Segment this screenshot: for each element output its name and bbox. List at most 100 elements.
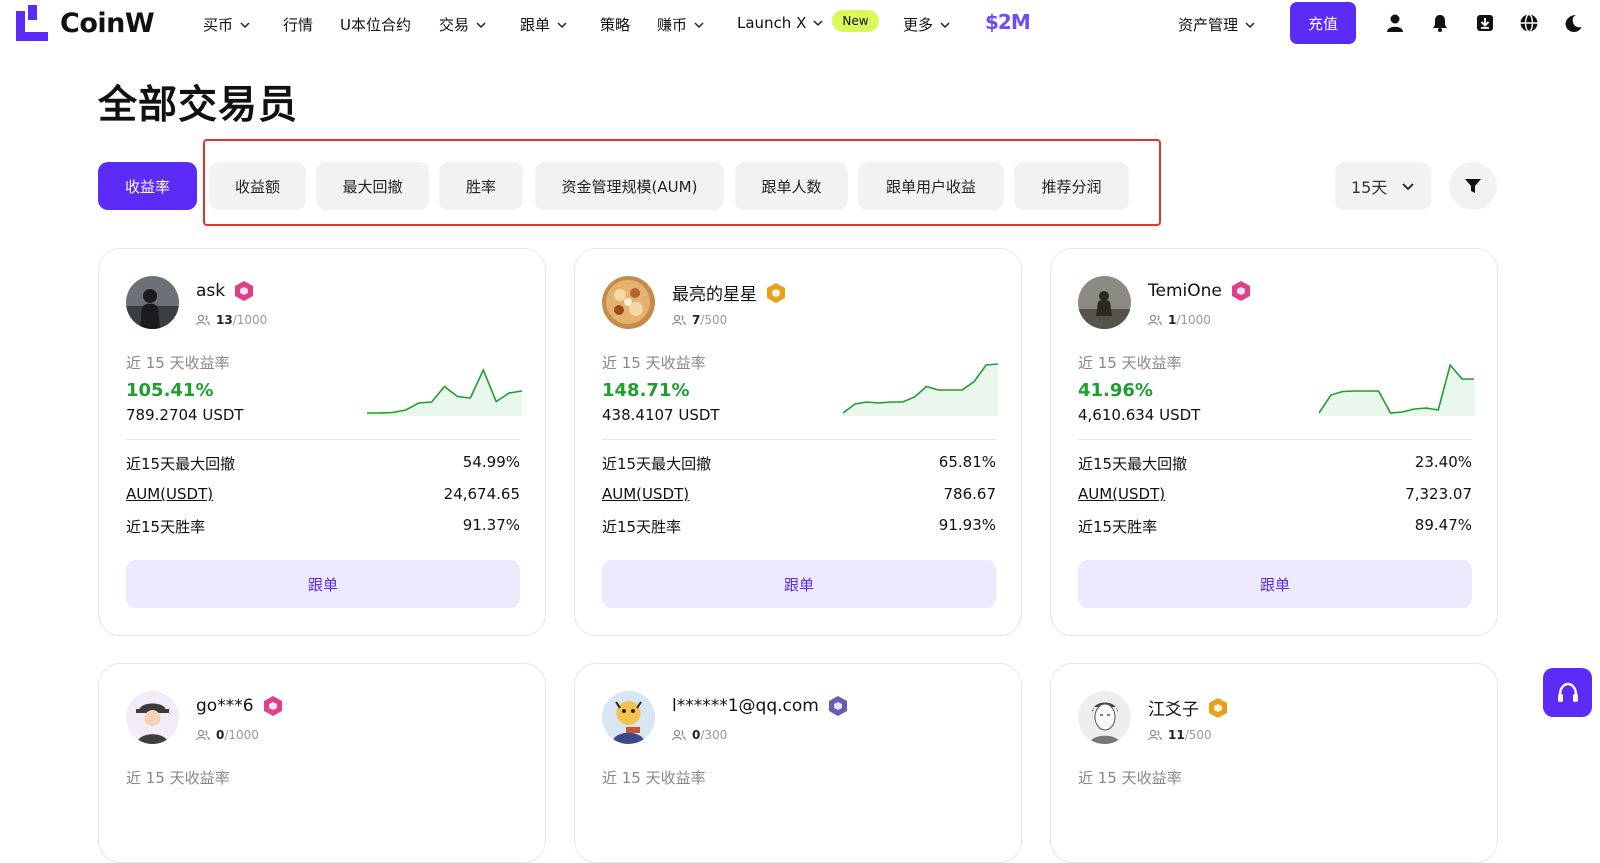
stat-label-aum[interactable]: AUM(USDT) <box>602 485 689 503</box>
trader-avatar[interactable] <box>1078 691 1131 744</box>
follower-capacity: /500 <box>1184 728 1212 742</box>
tab-referral-share[interactable]: 推荐分润 <box>1014 162 1129 210</box>
trader-name: 江爻子 <box>1148 700 1199 720</box>
stat-max-drawdown: 近15天最大回撤 23.40% <box>1078 453 1472 474</box>
trader-avatar[interactable] <box>126 276 179 329</box>
nav-more[interactable]: 更多 <box>903 14 951 35</box>
nav-buy-crypto[interactable]: 买币 <box>203 14 251 35</box>
stat-label-aum[interactable]: AUM(USDT) <box>126 485 213 503</box>
follower-capacity: /1000 <box>224 728 259 742</box>
trader-card[interactable]: go***6 0/1000 近 15 天收益率 <box>98 663 546 863</box>
tab-aum[interactable]: 资金管理规模(AUM) <box>535 162 724 210</box>
promo-link[interactable]: $2M <box>985 10 1031 34</box>
nav-usdt-futures[interactable]: U本位合约 <box>340 14 411 35</box>
trader-name-row[interactable]: go***6 <box>196 695 284 717</box>
stat-value: 24,674.65 <box>443 485 520 503</box>
nav-strategy[interactable]: 策略 <box>600 14 630 35</box>
users-icon <box>672 314 686 326</box>
asset-management-menu[interactable]: 资产管理 <box>1178 14 1256 35</box>
bell-icon[interactable] <box>1430 13 1450 33</box>
trader-card[interactable]: l******1@qq.com 0/300 近 15 天收益率 <box>574 663 1022 863</box>
stat-win-rate: 近15天胜率 89.47% <box>1078 516 1472 537</box>
period-select[interactable]: 15天 <box>1335 162 1431 210</box>
follow-button[interactable]: 跟单 <box>126 560 520 608</box>
divider <box>126 439 520 440</box>
stat-value: 89.47% <box>1414 516 1472 534</box>
customer-support-button[interactable] <box>1543 668 1592 717</box>
rank-badge-icon <box>1209 697 1227 718</box>
nav-markets[interactable]: 行情 <box>283 14 313 35</box>
rank-badge-icon <box>235 281 254 301</box>
trader-avatar[interactable] <box>126 691 179 744</box>
follower-current: 13 <box>216 313 233 327</box>
profit-value: 4,610.634 USDT <box>1078 406 1201 424</box>
trader-name-row[interactable]: ask <box>196 280 255 302</box>
nav-copy-trading[interactable]: 跟单 <box>520 14 568 35</box>
follow-button[interactable]: 跟单 <box>602 560 996 608</box>
trader-card[interactable]: 江爻子 11/500 近 15 天收益率 <box>1050 663 1498 863</box>
tab-win-rate[interactable]: 胜率 <box>439 162 523 210</box>
stat-win-rate: 近15天胜率 91.37% <box>126 516 520 537</box>
trader-avatar[interactable] <box>602 691 655 744</box>
nav-label: U本位合约 <box>340 16 411 34</box>
follower-capacity: /1000 <box>232 313 268 327</box>
stat-aum: AUM(USDT) 24,674.65 <box>126 485 520 503</box>
chevron-down-icon <box>240 21 250 28</box>
stat-label: 近15天胜率 <box>1078 518 1158 536</box>
stat-value: 54.99% <box>462 453 520 471</box>
filter-button[interactable] <box>1449 162 1497 210</box>
nav-trade[interactable]: 交易 <box>439 14 487 35</box>
divider <box>1078 439 1472 440</box>
follower-capacity: /500 <box>700 313 728 327</box>
tab-max-drawdown[interactable]: 最大回撤 <box>316 162 429 210</box>
trader-card[interactable]: TemiOne 1/1000 近 15 天收益率 41.96% 4,610.63… <box>1050 248 1498 636</box>
users-icon <box>672 729 686 741</box>
stat-value: 786.67 <box>943 485 997 503</box>
tab-follower-profit[interactable]: 跟单用户收益 <box>858 162 1004 210</box>
users-icon <box>1148 314 1162 326</box>
trader-name-row[interactable]: 最亮的星星 <box>672 280 787 305</box>
users-icon <box>196 729 210 741</box>
roi-value: 105.41% <box>126 380 214 401</box>
follow-button[interactable]: 跟单 <box>1078 560 1472 608</box>
logo[interactable]: CoinW <box>16 5 155 41</box>
chevron-down-icon <box>1245 21 1255 28</box>
moon-icon[interactable] <box>1563 13 1583 33</box>
trader-name-row[interactable]: 江爻子 <box>1148 695 1229 720</box>
trader-card[interactable]: ask 13/1000 近 15 天收益率 105.41% 789.2704 U… <box>98 248 546 636</box>
user-icon[interactable] <box>1385 13 1405 33</box>
roi-value: 148.71% <box>602 380 690 401</box>
nav-earn[interactable]: 赚币 <box>657 14 705 35</box>
nav-label: 交易 <box>439 16 470 34</box>
globe-icon[interactable] <box>1519 13 1539 33</box>
trader-name-row[interactable]: l******1@qq.com <box>672 695 849 717</box>
download-icon[interactable] <box>1475 13 1495 33</box>
follower-count: 7/500 <box>672 313 727 327</box>
tab-follower-count[interactable]: 跟单人数 <box>735 162 848 210</box>
period-select-value: 15天 <box>1351 178 1388 197</box>
tab-profit-amount[interactable]: 收益额 <box>209 162 306 210</box>
stat-value: 91.93% <box>938 516 996 534</box>
new-badge: New <box>832 10 879 32</box>
trader-name: l******1@qq.com <box>672 696 819 716</box>
follower-count: 11/500 <box>1148 728 1212 742</box>
stat-label: 近15天最大回撤 <box>1078 455 1188 473</box>
headset-icon <box>1557 682 1578 702</box>
nav-launch-x[interactable]: Launch X New <box>737 10 879 32</box>
trader-card[interactable]: 最亮的星星 7/500 近 15 天收益率 148.71% 438.4107 U… <box>574 248 1022 636</box>
trader-avatar[interactable] <box>1078 276 1131 329</box>
follower-count: 1/1000 <box>1148 313 1211 327</box>
stat-label-aum[interactable]: AUM(USDT) <box>1078 485 1165 503</box>
deposit-button[interactable]: 充值 <box>1290 2 1356 44</box>
trader-name-row[interactable]: TemiOne <box>1148 280 1252 302</box>
page-title: 全部交易员 <box>98 83 299 128</box>
roi-value: 41.96% <box>1078 380 1153 401</box>
tab-roi[interactable]: 收益率 <box>98 162 197 210</box>
trader-avatar[interactable] <box>602 276 655 329</box>
rank-badge-icon <box>828 696 847 716</box>
chevron-down-icon <box>476 21 486 28</box>
trader-name: ask <box>196 281 226 301</box>
stat-value: 23.40% <box>1414 453 1472 471</box>
nav-label: Launch X <box>737 14 807 32</box>
asset-management-label: 资产管理 <box>1178 16 1239 34</box>
